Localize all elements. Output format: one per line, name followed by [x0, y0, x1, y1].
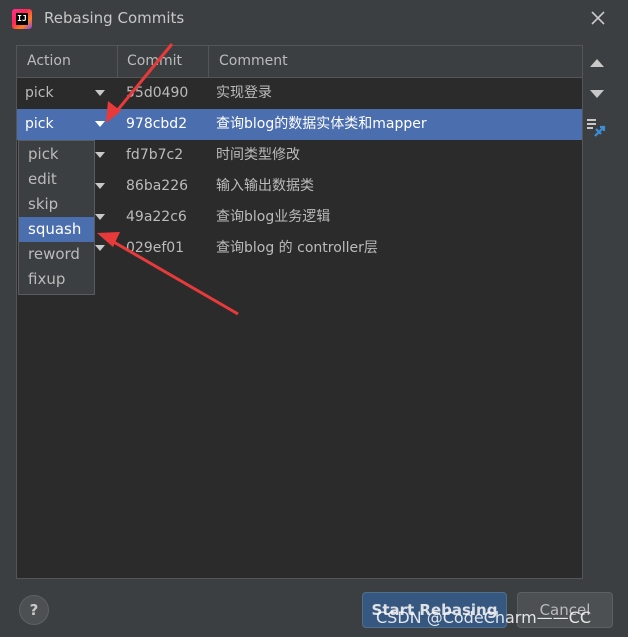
unite-commits-icon[interactable] — [585, 116, 609, 140]
action-cell[interactable]: pick — [25, 109, 54, 140]
table-row[interactable]: 029ef01 查询blog 的 controller层 — [17, 233, 582, 264]
help-button[interactable]: ? — [19, 595, 49, 625]
menu-item-fixup[interactable]: fixup — [19, 267, 94, 292]
commit-message[interactable]: 查询blog 的 controller层 — [216, 233, 378, 264]
table-row-selected[interactable]: pick 978cbd2 查询blog的数据实体类和mapper — [17, 109, 582, 140]
dialog-title: Rebasing Commits — [44, 9, 185, 27]
title-bar: IJ Rebasing Commits — [0, 0, 628, 38]
chevron-down-icon[interactable] — [95, 152, 105, 158]
chevron-down-icon[interactable] — [95, 90, 105, 96]
chevron-down-icon[interactable] — [95, 121, 105, 127]
commit-hash: 978cbd2 — [126, 116, 188, 132]
chevron-down-icon[interactable] — [95, 245, 105, 251]
menu-item-squash[interactable]: squash — [19, 217, 94, 242]
commits-table: Action Commit Comment pick 55d0490 实现登录 … — [16, 45, 583, 579]
table-row[interactable]: 86ba226 输入输出数据类 — [17, 171, 582, 202]
commit-message[interactable]: 实现登录 — [216, 78, 272, 109]
column-divider[interactable] — [117, 46, 118, 77]
table-header: Action Commit Comment — [17, 46, 582, 78]
table-row[interactable]: pick 55d0490 实现登录 — [17, 78, 582, 109]
close-icon[interactable] — [586, 6, 610, 30]
action-cell[interactable]: pick — [25, 78, 54, 109]
chevron-down-icon[interactable] — [95, 214, 105, 220]
menu-item-edit[interactable]: edit — [19, 167, 94, 192]
commit-hash: 55d0490 — [126, 85, 189, 101]
menu-item-reword[interactable]: reword — [19, 242, 94, 267]
chevron-down-icon[interactable] — [95, 183, 105, 189]
move-up-icon[interactable] — [585, 51, 609, 75]
menu-item-pick[interactable]: pick — [19, 142, 94, 167]
commit-message[interactable]: 时间类型修改 — [216, 140, 300, 171]
commit-message[interactable]: 输入输出数据类 — [216, 171, 314, 202]
table-row[interactable]: fd7b7c2 时间类型修改 — [17, 140, 582, 171]
intellij-idea-icon: IJ — [12, 9, 32, 29]
column-header-action[interactable]: Action — [27, 46, 71, 77]
action-dropdown-menu: pick edit skip squash reword fixup — [18, 140, 95, 295]
move-down-icon[interactable] — [585, 82, 609, 106]
commit-hash: 49a22c6 — [126, 209, 187, 225]
commit-message[interactable]: 查询blog的数据实体类和mapper — [216, 109, 427, 140]
menu-item-skip[interactable]: skip — [19, 192, 94, 217]
commit-message[interactable]: 查询blog业务逻辑 — [216, 202, 330, 233]
column-divider[interactable] — [208, 46, 209, 77]
commit-hash: 029ef01 — [126, 240, 185, 256]
watermark: CSDN @CodeCharm——CC — [376, 608, 592, 627]
commit-hash: 86ba226 — [126, 178, 189, 194]
column-header-commit[interactable]: Commit — [127, 46, 182, 77]
table-row[interactable]: 49a22c6 查询blog业务逻辑 — [17, 202, 582, 233]
commit-hash: fd7b7c2 — [126, 147, 184, 163]
column-header-comment[interactable]: Comment — [219, 46, 288, 77]
